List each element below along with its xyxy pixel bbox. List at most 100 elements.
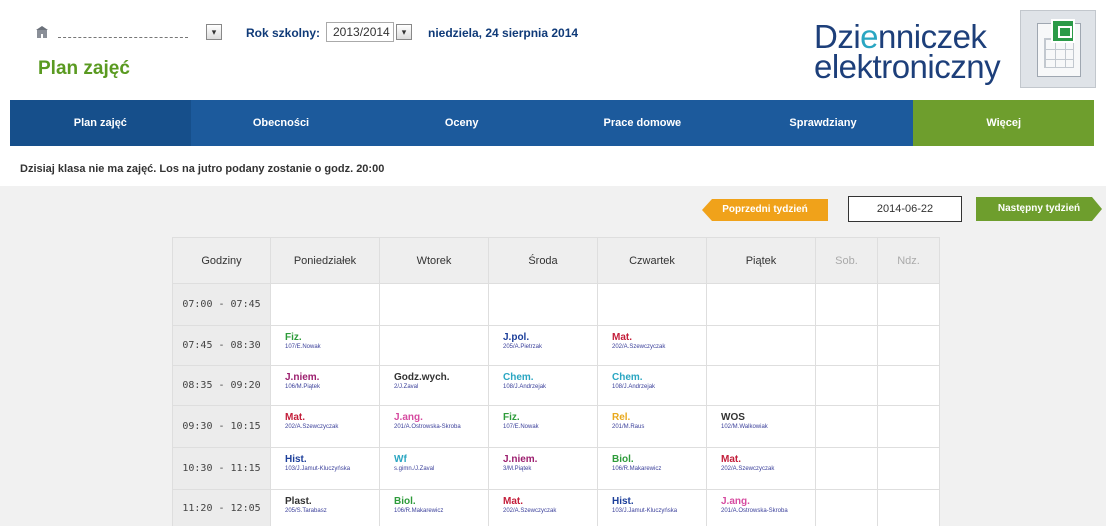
lesson-time: 09:30 - 10:15	[172, 405, 271, 448]
lesson-subject: Mat.	[285, 412, 305, 423]
week-date-input[interactable]: 2014-06-22	[848, 196, 962, 222]
header-thursday: Czwartek	[597, 237, 707, 284]
main-nav: Plan zajęć Obecności Oceny Prace domowe …	[10, 100, 1095, 146]
table-row: 09:30 - 10:15 Mat. 202/A.Szewczyczak J.ang.…	[172, 405, 940, 448]
lesson-subject: Biol.	[612, 454, 634, 465]
lesson-subject: J.ang.	[721, 496, 750, 507]
table-row: 07:00 - 07:45	[172, 283, 940, 326]
lesson-cell	[877, 405, 940, 448]
brand-logo-text: Dzienniczek elektroniczny	[814, 20, 1006, 83]
lesson-cell[interactable]: J.ang. 201/A.Ostrowska-Skroba	[706, 489, 816, 526]
school-icon	[36, 26, 48, 38]
lesson-cell	[877, 325, 940, 366]
nav-wiecej[interactable]: Więcej	[913, 100, 1095, 146]
timetable-body: 07:00 - 07:45 07:45 - 08:30 Fiz. 107/E.Nowa…	[172, 283, 940, 526]
lesson-subject: Hist.	[285, 454, 307, 465]
lesson-cell	[706, 325, 816, 366]
header-friday: Piątek	[706, 237, 816, 284]
lesson-cell[interactable]: Chem. 108/J.Andrzejak	[488, 365, 598, 406]
lesson-room-teacher: 3/M.Piątek	[503, 466, 532, 472]
previous-week-button[interactable]: Poprzedni tydzień	[702, 199, 828, 221]
lesson-subject: J.niem.	[285, 372, 320, 383]
nav-sprawdziany[interactable]: Sprawdziany	[733, 100, 914, 146]
lesson-cell[interactable]: Biol. 106/R.Makarewicz	[379, 489, 489, 526]
nav-obecnosci[interactable]: Obecności	[191, 100, 372, 146]
lesson-cell	[815, 405, 878, 448]
lesson-room-teacher: 205/A.Pietrzak	[503, 344, 543, 350]
header-monday: Poniedziałek	[270, 237, 380, 284]
lesson-cell[interactable]: J.ang. 201/A.Ostrowska-Skroba	[379, 405, 489, 448]
lesson-room-teacher: 202/A.Szewczyczak	[503, 508, 557, 514]
school-year-select[interactable]: 2013/2014	[326, 22, 394, 42]
lesson-cell[interactable]: Rel. 201/M.Raus	[597, 405, 707, 448]
lesson-subject: J.ang.	[394, 412, 423, 423]
lesson-cell	[877, 447, 940, 490]
lesson-time: 07:45 - 08:30	[172, 325, 271, 366]
lesson-room-teacher: 107/E.Nowak	[285, 344, 321, 350]
lesson-subject: WOS	[721, 412, 745, 423]
lesson-cell[interactable]: Chem. 108/J.Andrzejak	[597, 365, 707, 406]
school-selector[interactable]	[58, 28, 188, 38]
lesson-room-teacher: 103/J.Jamut-Kluczyńska	[285, 466, 351, 472]
page-header: ▾ Rok szkolny: 2013/2014 ▾ niedziela, 24…	[0, 0, 1106, 100]
lesson-cell	[815, 283, 878, 326]
next-week-button[interactable]: Następny tydzień	[976, 197, 1102, 221]
header-hours: Godziny	[172, 237, 271, 284]
nav-plan-zajec[interactable]: Plan zajęć	[10, 100, 191, 146]
table-row: 07:45 - 08:30 Fiz. 107/E.Nowak J.pol. 205/A.…	[172, 325, 940, 366]
lesson-subject: Rel.	[612, 412, 631, 423]
lesson-subject: Godz.wych.	[394, 372, 450, 383]
lesson-cell[interactable]: Mat. 202/A.Szewczyczak	[488, 489, 598, 526]
lesson-cell[interactable]: Wf s.gimn./J.Zaval	[379, 447, 489, 490]
lesson-subject: Mat.	[503, 496, 523, 507]
lesson-room-teacher: 202/A.Szewczyczak	[612, 344, 666, 350]
lesson-cell	[815, 447, 878, 490]
lesson-time: 11:20 - 12:05	[172, 489, 271, 526]
lesson-cell[interactable]: J.pol. 205/A.Pietrzak	[488, 325, 598, 366]
lesson-room-teacher: 201/A.Ostrowska-Skroba	[394, 424, 461, 430]
lesson-cell[interactable]: Fiz. 107/E.Nowak	[270, 325, 380, 366]
lesson-subject: Mat.	[721, 454, 741, 465]
lesson-cell[interactable]: Biol. 106/R.Makarewicz	[597, 447, 707, 490]
lesson-cell[interactable]: Plast. 205/S.Tarabasz	[270, 489, 380, 526]
lesson-room-teacher: s.gimn./J.Zaval	[394, 466, 435, 472]
lesson-cell	[815, 489, 878, 526]
lesson-cell	[706, 283, 816, 326]
lesson-cell[interactable]: WOS 102/M.Walkowiak	[706, 405, 816, 448]
lesson-cell	[597, 283, 707, 326]
lesson-cell	[379, 325, 489, 366]
lesson-cell[interactable]: Mat. 202/A.Szewczyczak	[597, 325, 707, 366]
school-year-dropdown-button[interactable]: ▾	[396, 24, 412, 40]
lesson-subject: Fiz.	[285, 332, 302, 343]
nav-oceny[interactable]: Oceny	[371, 100, 552, 146]
lesson-room-teacher: 108/J.Andrzejak	[503, 384, 547, 390]
header-wednesday: Środa	[488, 237, 598, 284]
lesson-room-teacher: 106/R.Makarewicz	[612, 466, 662, 472]
lesson-room-teacher: 205/S.Tarabasz	[285, 508, 327, 514]
lesson-room-teacher: 201/A.Ostrowska-Skroba	[721, 508, 788, 514]
nav-prace-domowe[interactable]: Prace domowe	[552, 100, 733, 146]
lesson-cell	[877, 365, 940, 406]
lesson-subject: Wf	[394, 454, 407, 465]
school-dropdown-button[interactable]: ▾	[206, 24, 222, 40]
info-message: Dzisiaj klasa nie ma zajęć. Los na jutro…	[20, 163, 385, 175]
lesson-cell[interactable]: J.niem. 3/M.Piątek	[488, 447, 598, 490]
lesson-cell	[270, 283, 380, 326]
lesson-cell[interactable]: J.niem. 106/M.Piątek	[270, 365, 380, 406]
lesson-subject: Fiz.	[503, 412, 520, 423]
lesson-cell[interactable]: Hist. 103/J.Jamut-Kluczyńska	[270, 447, 380, 490]
table-row: 10:30 - 11:15 Hist. 103/J.Jamut-Kluczyńska…	[172, 447, 940, 490]
header-saturday: Sob.	[815, 237, 878, 284]
lesson-subject: Biol.	[394, 496, 416, 507]
spreadsheet-logo-icon	[1020, 10, 1096, 88]
lesson-cell[interactable]: Godz.wych. 2/J.Zaval	[379, 365, 489, 406]
lesson-room-teacher: 108/J.Andrzejak	[612, 384, 656, 390]
lesson-cell[interactable]: Mat. 202/A.Szewczyczak	[270, 405, 380, 448]
lesson-room-teacher: 2/J.Zaval	[394, 384, 419, 390]
lesson-cell[interactable]: Fiz. 107/E.Nowak	[488, 405, 598, 448]
lesson-cell[interactable]: Hist. 103/J.Jamut-Kluczyńska	[597, 489, 707, 526]
lesson-cell[interactable]: Mat. 202/A.Szewczyczak	[706, 447, 816, 490]
page-title: Plan zajęć	[38, 58, 130, 79]
current-date: niedziela, 24 sierpnia 2014	[428, 26, 579, 40]
lesson-room-teacher: 102/M.Walkowiak	[721, 424, 768, 430]
